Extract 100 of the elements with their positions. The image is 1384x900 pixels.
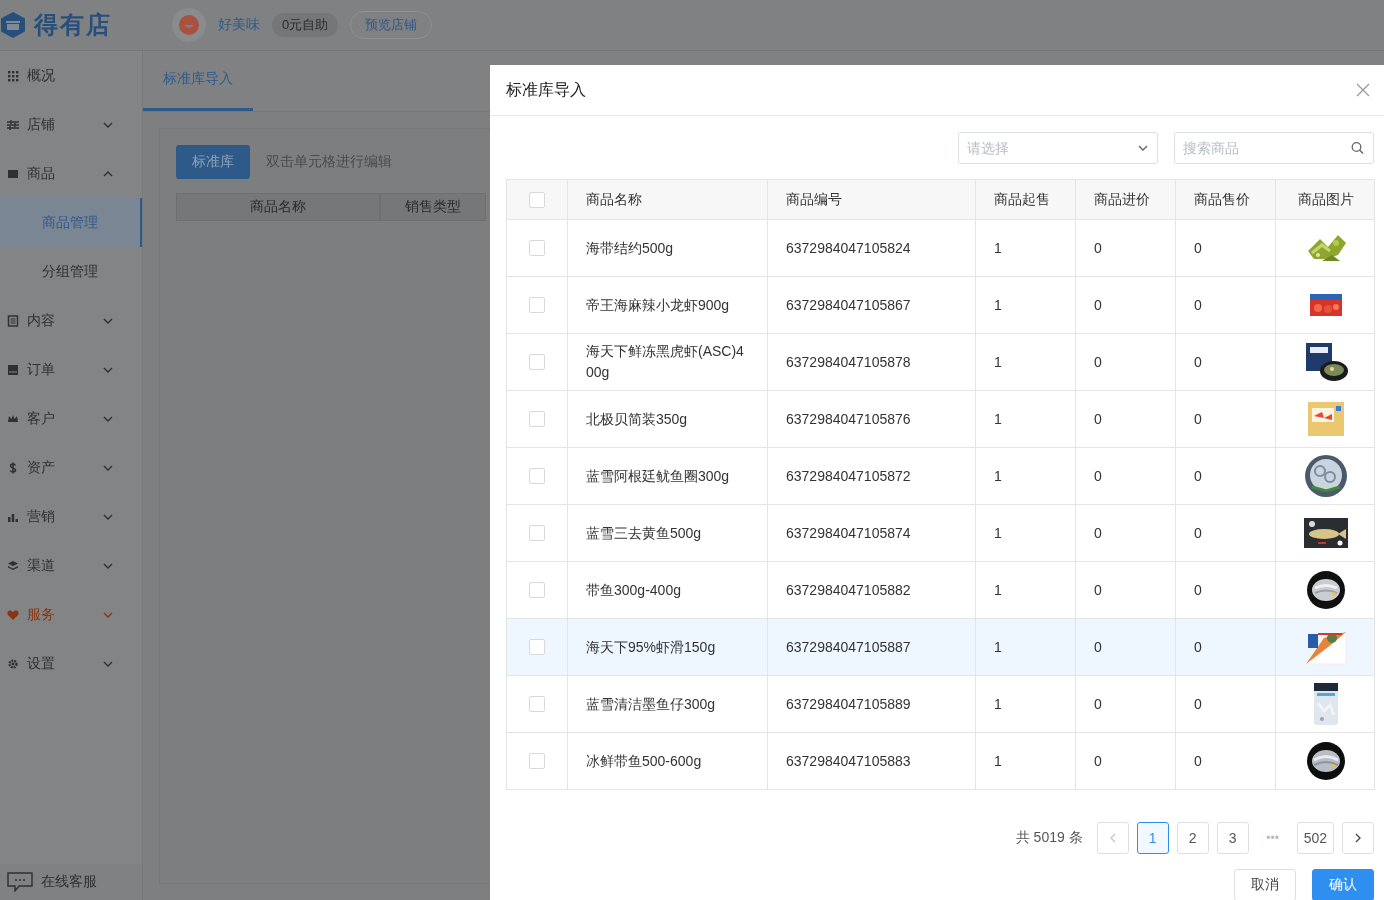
table-cell-text: 6372984047105882	[786, 580, 911, 600]
table-cell-text: 0	[1094, 409, 1102, 429]
page-button[interactable]: 502	[1296, 822, 1334, 854]
row-checkbox[interactable]	[529, 639, 545, 655]
table-cell-text: 海天下鲜冻黑虎虾(ASC)400g	[586, 342, 745, 382]
row-checkbox[interactable]	[529, 696, 545, 712]
table-cell-text: 1	[994, 238, 1002, 258]
column-header: 商品进价	[1076, 180, 1176, 219]
sidebar-item[interactable]: 概况	[0, 51, 142, 100]
page-ellipsis: •••	[1265, 831, 1280, 845]
table-cell-text: 蓝雪阿根廷鱿鱼圈300g	[586, 466, 730, 486]
row-checkbox[interactable]	[529, 468, 545, 484]
online-support-link[interactable]: 在线客服	[0, 864, 142, 900]
table-cell-text: 6372984047105876	[786, 409, 911, 429]
chat-icon	[7, 872, 33, 892]
library-button[interactable]: 标准库	[176, 145, 250, 179]
table-cell-text: 0	[1194, 637, 1202, 657]
tab[interactable]: 标准库导入	[143, 70, 253, 111]
layers-icon	[7, 559, 19, 572]
chevron-down-icon	[103, 366, 113, 373]
chevron-down-icon	[1138, 145, 1148, 151]
row-checkbox[interactable]	[529, 411, 545, 427]
table-cell-text: 0	[1194, 523, 1202, 543]
row-checkbox[interactable]	[529, 582, 545, 598]
row-checkbox[interactable]	[529, 354, 545, 370]
table-cell-text: 0	[1194, 238, 1202, 258]
plan-badge: 0元自助	[272, 13, 339, 37]
settings-icon	[7, 657, 19, 670]
table-cell-text: 1	[994, 352, 1002, 372]
next-page-button[interactable]	[1342, 822, 1374, 854]
select-all-checkbox[interactable]	[529, 191, 545, 208]
dollar-icon	[7, 461, 19, 474]
table-cell-text: 1	[994, 694, 1002, 714]
table-cell-text: 6372984047105867	[786, 295, 911, 315]
sidebar-item[interactable]: 店铺	[0, 100, 142, 149]
table-cell-text: 1	[994, 580, 1002, 600]
table-cell-text: 6372984047105878	[786, 352, 911, 372]
document-icon	[7, 314, 19, 327]
table-cell-text: 0	[1094, 694, 1102, 714]
shop-name-link[interactable]: 好美味	[218, 16, 260, 34]
table-cell-text: 0	[1194, 352, 1202, 372]
table-cell-text: 0	[1194, 580, 1202, 600]
heart-icon	[7, 608, 19, 621]
sidebar-item[interactable]: 订单	[0, 345, 142, 394]
grid-icon	[7, 69, 19, 82]
dialog-title: 标准库导入	[506, 79, 586, 100]
sidebar-item[interactable]: 服务	[0, 590, 142, 639]
table-cell-text: 0	[1094, 352, 1102, 372]
column-header: 商品名称	[568, 180, 768, 219]
column-header: 商品售价	[1176, 180, 1276, 219]
page-button[interactable]: 1	[1136, 822, 1169, 854]
folder-icon	[7, 167, 19, 180]
confirm-button[interactable]: 确认	[1312, 869, 1374, 900]
chevron-up-icon	[103, 170, 113, 177]
table-cell-text: 带鱼300g-400g	[586, 580, 681, 600]
table-cell-text: 0	[1194, 295, 1202, 315]
chevron-down-icon	[103, 121, 113, 128]
table-cell-text: 1	[994, 751, 1002, 771]
table-cell-text: 6372984047105824	[786, 238, 911, 258]
table-cell-text: 1	[994, 295, 1002, 315]
search-icon	[1351, 141, 1364, 155]
table-cell-text: 1	[994, 523, 1002, 543]
table-cell-text: 0	[1094, 238, 1102, 258]
row-checkbox[interactable]	[529, 753, 545, 769]
sidebar-item[interactable]: 渠道	[0, 541, 142, 590]
sidebar-item[interactable]: 客户	[0, 394, 142, 443]
table-cell-text: 0	[1094, 295, 1102, 315]
table-cell-text: 1	[994, 466, 1002, 486]
sidebar-item[interactable]: 设置	[0, 639, 142, 688]
table-cell-text: 6372984047105883	[786, 751, 911, 771]
sidebar-subitem[interactable]: 分组管理	[0, 247, 142, 296]
table-cell-text: 0	[1094, 466, 1102, 486]
page-button[interactable]: 2	[1176, 822, 1209, 854]
logo-text: 得有店	[34, 10, 112, 40]
table-cell-text: 6372984047105874	[786, 523, 911, 543]
chevron-right-icon	[1354, 833, 1362, 843]
sidebar-item[interactable]: 商品	[0, 149, 142, 198]
cancel-button[interactable]: 取消	[1234, 869, 1296, 900]
sidebar-item[interactable]: 内容	[0, 296, 142, 345]
shop-logo-icon	[0, 11, 26, 39]
row-checkbox[interactable]	[529, 240, 545, 256]
category-select[interactable]: 请选择	[958, 132, 1158, 164]
table-cell-text: 0	[1194, 694, 1202, 714]
table-cell-text: 北极贝简装350g	[586, 409, 688, 429]
chevron-down-icon	[103, 464, 113, 471]
column-header: 商品起售	[976, 180, 1076, 219]
table-cell-text: 0	[1094, 580, 1102, 600]
row-checkbox[interactable]	[529, 297, 545, 313]
row-checkbox[interactable]	[529, 525, 545, 541]
table-cell-text: 0	[1194, 466, 1202, 486]
chevron-down-icon	[103, 513, 113, 520]
avatar	[172, 8, 206, 42]
table-cell-text: 0	[1094, 751, 1102, 771]
table-cell-text: 海天下95%虾滑150g	[586, 637, 716, 657]
sidebar-item[interactable]: 营销	[0, 492, 142, 541]
sidebar-item[interactable]: 资产	[0, 443, 142, 492]
sidebar-subitem[interactable]: 商品管理	[0, 198, 142, 247]
page-button[interactable]: 3	[1216, 822, 1249, 854]
column-header: 销售类型	[380, 193, 486, 221]
search-field[interactable]: 搜索商品	[1174, 132, 1374, 164]
